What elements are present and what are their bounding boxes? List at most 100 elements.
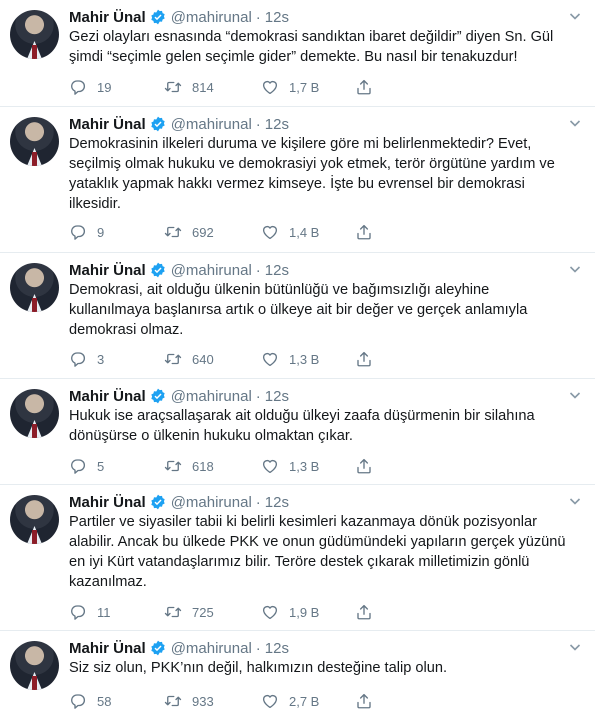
reply-count: 5 xyxy=(97,458,105,474)
share-button[interactable] xyxy=(355,692,373,710)
tweet[interactable]: Mahir Ünal @mahirunal · 12s Hukuk ise ar… xyxy=(0,379,595,485)
like-count: 1,4 B xyxy=(289,224,320,240)
tweet-timestamp[interactable]: 12s xyxy=(265,116,289,133)
like-count: 2,7 B xyxy=(289,693,320,709)
chevron-down-icon[interactable] xyxy=(569,389,581,401)
separator: · xyxy=(255,493,261,511)
like-button[interactable]: 1,3 B xyxy=(261,350,355,368)
reply-button[interactable]: 3 xyxy=(69,350,164,368)
avatar[interactable] xyxy=(10,10,59,59)
author-name[interactable]: Mahir Ünal xyxy=(69,116,146,133)
tweet-header: Mahir Ünal @mahirunal · 12s xyxy=(69,259,289,281)
tweet-timestamp[interactable]: 12s xyxy=(265,494,289,511)
retweet-count: 618 xyxy=(192,458,214,474)
author-handle[interactable]: @mahirunal xyxy=(171,388,252,405)
like-button[interactable]: 2,7 B xyxy=(261,692,355,710)
like-button[interactable]: 1,4 B xyxy=(261,223,355,241)
tweet-timestamp[interactable]: 12s xyxy=(265,388,289,405)
tweet-header: Mahir Ünal @mahirunal · 12s xyxy=(69,6,289,28)
tweet[interactable]: Mahir Ünal @mahirunal · 12s Partiler ve … xyxy=(0,485,595,631)
reply-button[interactable]: 58 xyxy=(69,692,164,710)
reply-button[interactable]: 19 xyxy=(69,78,164,96)
chevron-down-icon[interactable] xyxy=(569,495,581,507)
avatar[interactable] xyxy=(10,263,59,312)
tweet-actions: 11 725 1,9 B xyxy=(69,602,373,622)
retweet-icon xyxy=(164,695,182,707)
separator: · xyxy=(255,8,261,26)
reply-icon xyxy=(71,352,85,367)
reply-count: 58 xyxy=(97,693,112,709)
tweet[interactable]: Mahir Ünal @mahirunal · 12s Siz siz olun… xyxy=(0,631,595,725)
reply-button[interactable]: 5 xyxy=(69,457,164,475)
chevron-down-icon[interactable] xyxy=(569,10,581,22)
tweet-timestamp[interactable]: 12s xyxy=(265,640,289,657)
tweet[interactable]: Mahir Ünal @mahirunal · 12s Demokrasinin… xyxy=(0,107,595,253)
separator: · xyxy=(255,387,261,405)
tweet[interactable]: Mahir Ünal @mahirunal · 12s Gezi olaylar… xyxy=(0,0,595,107)
reply-button[interactable]: 9 xyxy=(69,223,164,241)
tweet-actions: 5 618 1,3 B xyxy=(69,456,373,476)
author-name[interactable]: Mahir Ünal xyxy=(69,494,146,511)
retweet-icon xyxy=(164,226,182,238)
share-button[interactable] xyxy=(355,350,373,368)
tweet-text: Siz siz olun, PKK’nın değil, halkımızın … xyxy=(69,660,448,676)
author-name[interactable]: Mahir Ünal xyxy=(69,262,146,279)
tweet-text: Gezi olayları esnasında “demokrasi sandı… xyxy=(69,29,554,65)
retweet-button[interactable]: 814 xyxy=(164,78,261,96)
share-icon xyxy=(357,79,371,95)
retweet-button[interactable]: 640 xyxy=(164,350,261,368)
separator: · xyxy=(255,261,261,279)
author-name[interactable]: Mahir Ünal xyxy=(69,640,146,657)
tweet-header: Mahir Ünal @mahirunal · 12s xyxy=(69,637,289,659)
like-button[interactable]: 1,3 B xyxy=(261,457,355,475)
like-count: 1,3 B xyxy=(289,458,320,474)
tweet-text: Demokrasi, ait olduğu ülkenin bütünlüğü … xyxy=(69,282,528,338)
avatar[interactable] xyxy=(10,117,59,166)
tweet-actions: 3 640 1,3 B xyxy=(69,349,373,369)
share-button[interactable] xyxy=(355,457,373,475)
share-button[interactable] xyxy=(355,78,373,96)
author-name[interactable]: Mahir Ünal xyxy=(69,388,146,405)
like-count: 1,9 B xyxy=(289,604,320,620)
tweet-timestamp[interactable]: 12s xyxy=(265,262,289,279)
heart-icon xyxy=(262,80,278,95)
chevron-down-icon[interactable] xyxy=(569,263,581,275)
author-name[interactable]: Mahir Ünal xyxy=(69,9,146,26)
heart-icon xyxy=(262,605,278,620)
author-handle[interactable]: @mahirunal xyxy=(171,9,252,26)
tweet[interactable]: Mahir Ünal @mahirunal · 12s Demokrasi, a… xyxy=(0,253,595,379)
reply-icon xyxy=(71,80,85,95)
share-icon xyxy=(357,224,371,240)
author-handle[interactable]: @mahirunal xyxy=(171,116,252,133)
like-button[interactable]: 1,9 B xyxy=(261,603,355,621)
share-button[interactable] xyxy=(355,603,373,621)
retweet-button[interactable]: 692 xyxy=(164,223,261,241)
retweet-button[interactable]: 618 xyxy=(164,457,261,475)
reply-icon xyxy=(71,225,85,240)
verified-badge-icon xyxy=(151,262,165,278)
tweet-timestamp[interactable]: 12s xyxy=(265,9,289,26)
retweet-button[interactable]: 933 xyxy=(164,692,261,710)
verified-badge-icon xyxy=(151,640,165,656)
like-button[interactable]: 1,7 B xyxy=(261,78,355,96)
author-handle[interactable]: @mahirunal xyxy=(171,262,252,279)
tweet-header: Mahir Ünal @mahirunal · 12s xyxy=(69,491,289,513)
avatar[interactable] xyxy=(10,495,59,544)
reply-count: 19 xyxy=(97,79,112,95)
reply-button[interactable]: 11 xyxy=(69,603,164,621)
separator: · xyxy=(255,115,261,133)
avatar[interactable] xyxy=(10,641,59,690)
chevron-down-icon[interactable] xyxy=(569,117,581,129)
separator: · xyxy=(255,639,261,657)
avatar[interactable] xyxy=(10,389,59,438)
share-button[interactable] xyxy=(355,223,373,241)
retweet-icon xyxy=(164,460,182,472)
like-count: 1,7 B xyxy=(289,79,320,95)
chevron-down-icon[interactable] xyxy=(569,641,581,653)
author-handle[interactable]: @mahirunal xyxy=(171,640,252,657)
retweet-button[interactable]: 725 xyxy=(164,603,261,621)
author-handle[interactable]: @mahirunal xyxy=(171,494,252,511)
share-icon xyxy=(357,351,371,367)
tweet-actions: 9 692 1,4 B xyxy=(69,222,373,242)
verified-badge-icon xyxy=(151,116,165,132)
